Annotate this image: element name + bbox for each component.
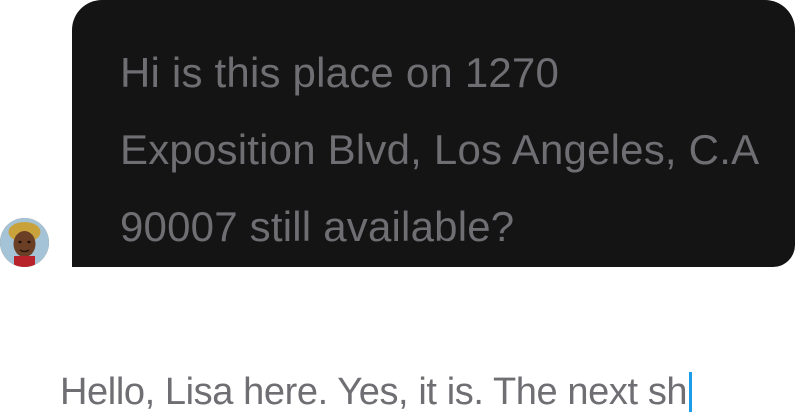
avatar-image <box>0 218 49 267</box>
avatar[interactable] <box>0 218 49 267</box>
incoming-message-bubble: Hi is this place on 1270 Exposition Blvd… <box>72 0 795 267</box>
text-cursor <box>689 372 693 412</box>
message-draft-text[interactable]: Hello, Lisa here. Yes, it is. The next s… <box>60 371 688 414</box>
incoming-message-text: Hi is this place on 1270 Exposition Blvd… <box>120 49 757 250</box>
message-input[interactable]: Hello, Lisa here. Yes, it is. The next s… <box>60 362 693 417</box>
chat-screen: Hi is this place on 1270 Exposition Blvd… <box>0 0 795 417</box>
